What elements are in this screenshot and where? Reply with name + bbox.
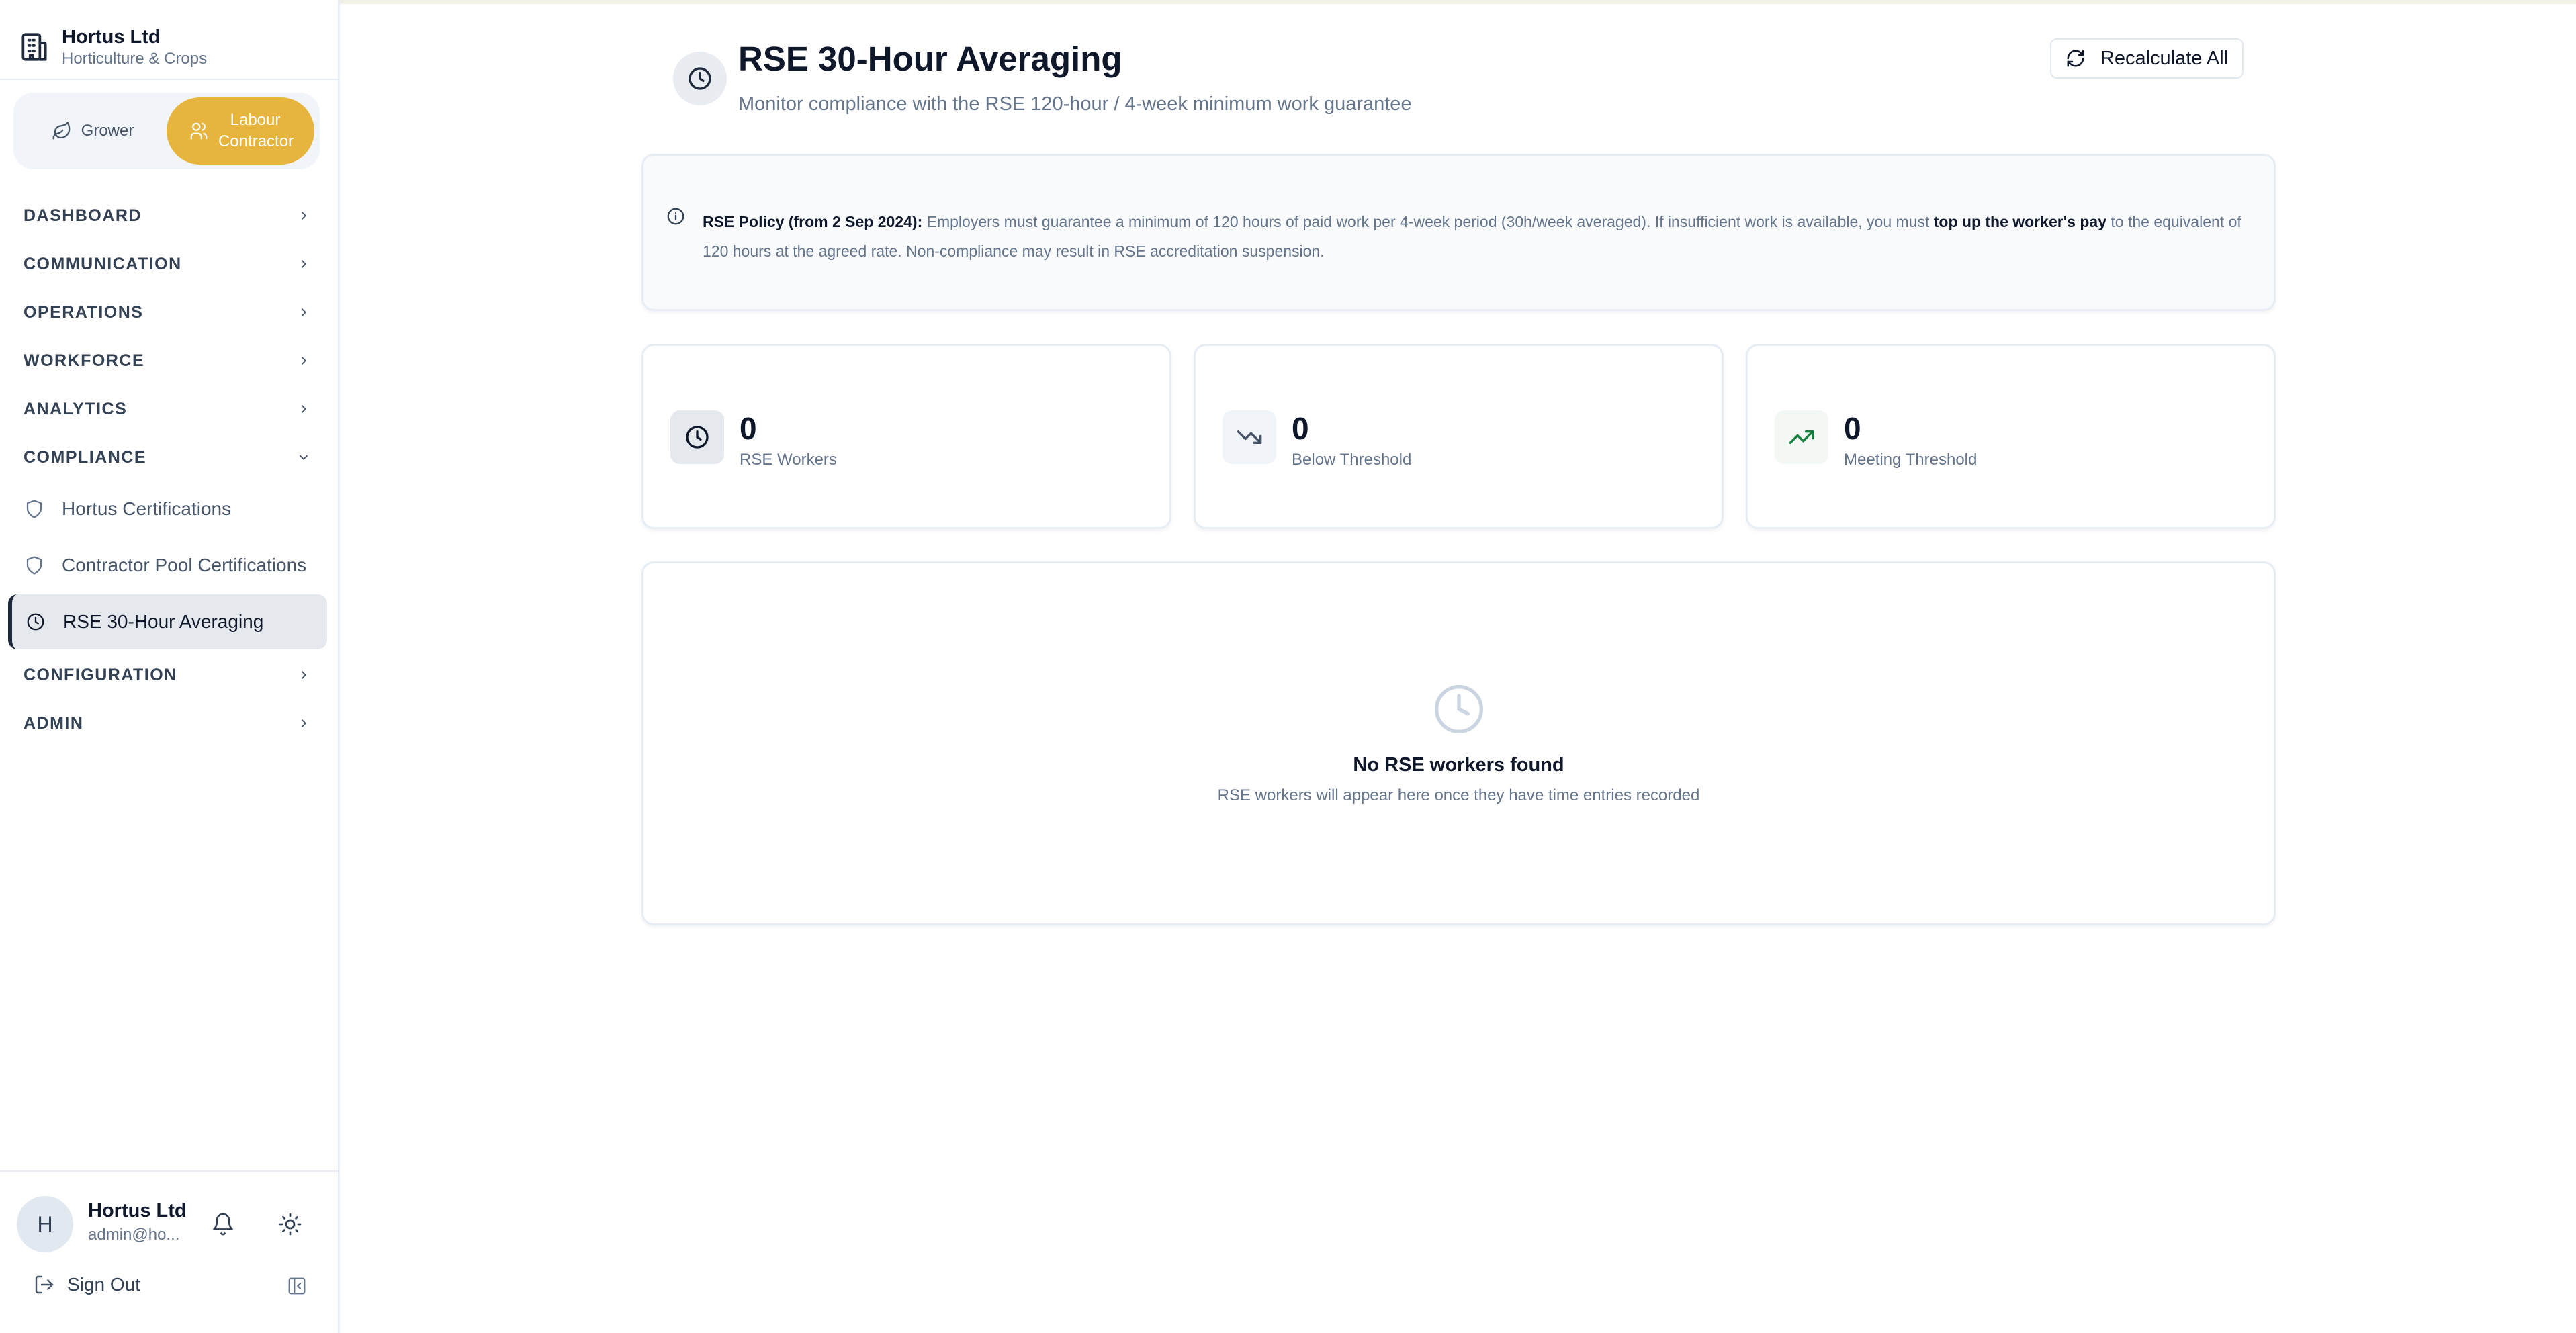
stat-icon-container [1775, 410, 1828, 464]
stat-card-meeting-threshold: 0 Meeting Threshold [1746, 344, 2276, 529]
log-out-icon [35, 1275, 54, 1294]
policy-text: RSE Policy (from 2 Sep 2024): Employers … [703, 207, 2248, 266]
user-area: H Hortus Ltd admin@ho... Sign Out [0, 1170, 338, 1333]
clock-icon [686, 426, 709, 449]
clock-icon [689, 67, 711, 90]
building-icon [21, 33, 47, 61]
bell-icon[interactable] [211, 1212, 235, 1236]
sidebar-item-label: Hortus Certifications [62, 498, 232, 519]
refresh-icon [2067, 50, 2084, 67]
policy-banner: RSE Policy (from 2 Sep 2024): Employers … [641, 154, 2276, 311]
leaf-icon [52, 122, 71, 140]
nav-section-label: COMMUNICATION [24, 254, 182, 273]
sign-out-button[interactable]: Sign Out [34, 1274, 140, 1295]
nav-section-compliance[interactable]: COMPLIANCE [0, 433, 338, 481]
nav-section-label: ANALYTICS [24, 399, 128, 418]
brand-name: Hortus Ltd [62, 26, 161, 48]
stat-icon-container [1223, 410, 1276, 464]
chevron-right-icon [301, 670, 307, 680]
sidebar-item-contractor-pool-certifications[interactable]: Contractor Pool Certifications [8, 538, 327, 593]
stat-value: 0 [740, 411, 757, 446]
stat-card-below-threshold: 0 Below Threshold [1194, 344, 1724, 529]
page-title: RSE 30-Hour Averaging [738, 40, 1122, 78]
stat-value: 0 [1844, 411, 1861, 446]
users-icon [190, 122, 208, 140]
sign-out-label: Sign Out [67, 1274, 140, 1295]
clock-icon [1435, 685, 1483, 733]
info-icon [667, 208, 684, 225]
nav-section-label: OPERATIONS [24, 302, 144, 322]
stat-label: RSE Workers [740, 451, 837, 469]
nav-section-label: COMPLIANCE [24, 447, 147, 467]
nav-section-label: CONFIGURATION [24, 665, 177, 684]
panel-collapse-icon[interactable] [287, 1276, 307, 1296]
policy-emphasis: top up the worker's pay [1933, 213, 2106, 230]
chevron-right-icon [301, 719, 307, 728]
page-header-icon [673, 52, 727, 105]
sidebar: Hortus Ltd Horticulture & Crops Grower L… [0, 0, 340, 1333]
sidebar-item-hortus-certifications[interactable]: Hortus Certifications [8, 481, 327, 537]
sidebar-item-label: RSE 30-Hour Averaging [63, 611, 264, 632]
nav-section-admin[interactable]: ADMIN [0, 699, 338, 747]
user-email: admin@ho... [88, 1226, 180, 1244]
recalculate-all-label: Recalculate All [2100, 47, 2229, 69]
chevron-down-icon [299, 455, 308, 461]
sun-icon[interactable] [278, 1212, 302, 1236]
chevron-right-icon [301, 211, 307, 220]
policy-lead: RSE Policy (from 2 Sep 2024): [703, 213, 923, 230]
nav-section-analytics[interactable]: ANALYTICS [0, 385, 338, 433]
grower-mode-label: Grower [81, 122, 134, 140]
stat-label: Meeting Threshold [1844, 451, 1978, 469]
nav-section-label: ADMIN [24, 713, 84, 733]
brand-subtitle: Horticulture & Crops [62, 50, 208, 68]
stat-label: Below Threshold [1292, 451, 1412, 469]
chevron-right-icon [301, 356, 307, 365]
clock-icon [27, 613, 44, 631]
user-name: Hortus Ltd [88, 1200, 187, 1222]
policy-text-part: Employers must guarantee a minimum of 12… [922, 213, 1934, 230]
empty-state-card: No RSE workers found RSE workers will ap… [641, 561, 2276, 925]
shield-icon [26, 500, 42, 518]
nav-section-label: WORKFORCE [24, 351, 145, 370]
trending-down-icon [1237, 430, 1262, 444]
page-subtitle: Monitor compliance with the RSE 120-hour… [738, 93, 1412, 115]
empty-state-title: No RSE workers found [1353, 754, 1564, 776]
divider [0, 79, 338, 80]
labour-contractor-mode-button[interactable]: Labour Contractor [167, 97, 314, 165]
nav-section-dashboard[interactable]: DASHBOARD [0, 191, 338, 240]
nav-section-communication[interactable]: COMMUNICATION [0, 240, 338, 288]
nav-section-label: DASHBOARD [24, 205, 142, 225]
sidebar-nav: DASHBOARD COMMUNICATION OPERATIONS WORKF… [0, 191, 338, 747]
recalculate-all-button[interactable]: Recalculate All [2050, 38, 2244, 79]
sidebar-item-label: Contractor Pool Certifications [62, 555, 307, 576]
trending-up-icon [1789, 430, 1814, 444]
avatar[interactable]: H [17, 1196, 73, 1252]
stat-value: 0 [1292, 411, 1309, 446]
empty-state-subtitle: RSE workers will appear here once they h… [1217, 786, 1700, 805]
chevron-right-icon [301, 404, 307, 414]
stat-card-rse-workers: 0 RSE Workers [641, 344, 1171, 529]
top-border [0, 0, 2576, 4]
chevron-right-icon [301, 259, 307, 269]
brand[interactable]: Hortus Ltd Horticulture & Crops [17, 17, 333, 77]
grower-mode-button[interactable]: Grower [19, 97, 167, 165]
labour-contractor-mode-label: Labour Contractor [218, 111, 294, 150]
nav-section-configuration[interactable]: CONFIGURATION [0, 651, 338, 699]
mode-switch: Grower Labour Contractor [13, 93, 320, 169]
chevron-right-icon [301, 308, 307, 317]
nav-section-workforce[interactable]: WORKFORCE [0, 336, 338, 385]
shield-icon [26, 556, 42, 575]
sidebar-item-rse-30-hour-averaging[interactable]: RSE 30-Hour Averaging [8, 594, 327, 649]
nav-section-operations[interactable]: OPERATIONS [0, 288, 338, 336]
stat-icon-container [670, 410, 724, 464]
